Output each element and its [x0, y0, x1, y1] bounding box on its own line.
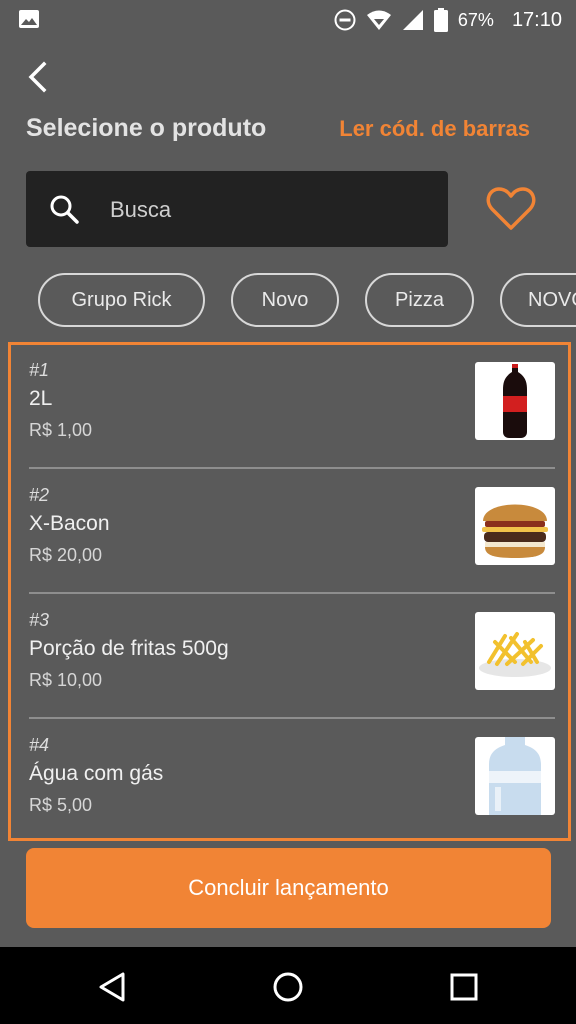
cell-signal-icon — [402, 10, 423, 30]
favorites-heart-icon[interactable] — [486, 186, 536, 232]
product-image-soda-bottle — [475, 362, 555, 440]
product-name: X-Bacon — [29, 512, 110, 535]
battery-percentage: 67% — [457, 9, 494, 30]
product-number: #2 — [29, 485, 50, 505]
product-name: Porção de fritas 500g — [29, 637, 229, 660]
product-image-water-bottle — [475, 737, 555, 815]
chip-novo-uppercase[interactable]: NOVO — [500, 273, 576, 327]
product-price: R$ 5,00 — [29, 795, 93, 815]
product-list: #1 2L R$ 1,00 #2 X-Bacon R$ 20,00 #3 Por… — [8, 342, 571, 841]
product-price: R$ 1,00 — [29, 420, 93, 440]
product-price: R$ 20,00 — [29, 545, 103, 565]
wifi-icon — [366, 10, 391, 30]
product-image-burger — [475, 487, 555, 565]
product-number: #1 — [29, 360, 50, 380]
product-item[interactable]: #3 Porção de fritas 500g R$ 10,00 — [29, 595, 555, 719]
product-name: Água com gás — [29, 762, 164, 785]
nav-back-icon[interactable] — [93, 967, 133, 1007]
product-image-fries — [475, 612, 555, 690]
category-chips: Grupo Rick Novo Pizza NOVO — [0, 273, 576, 331]
page-title: Selecione o produto — [26, 114, 267, 142]
nav-home-icon[interactable] — [268, 967, 308, 1007]
product-item[interactable]: #1 2L R$ 1,00 — [29, 345, 555, 469]
chip-grupo-rick[interactable]: Grupo Rick — [38, 273, 205, 327]
system-navigation-bar — [0, 947, 576, 1024]
product-item[interactable]: #4 Água com gás R$ 5,00 — [29, 720, 555, 838]
product-item[interactable]: #2 X-Bacon R$ 20,00 — [29, 470, 555, 594]
search-bar[interactable] — [26, 171, 448, 247]
battery-icon — [433, 8, 448, 32]
back-arrow-icon[interactable] — [22, 60, 56, 94]
chip-pizza[interactable]: Pizza — [365, 273, 474, 327]
conclude-launch-button[interactable]: Concluir lançamento — [26, 848, 551, 928]
search-input[interactable] — [108, 191, 432, 229]
divider — [29, 467, 555, 469]
divider — [29, 592, 555, 594]
product-number: #3 — [29, 610, 50, 630]
gallery-notification-icon — [19, 10, 39, 28]
product-name: 2L — [29, 387, 53, 410]
product-number: #4 — [29, 735, 50, 755]
barcode-scan-link[interactable]: Ler cód. de barras — [339, 116, 530, 142]
chip-novo[interactable]: Novo — [231, 273, 339, 327]
divider — [29, 717, 555, 719]
clock: 17:10 — [511, 8, 562, 31]
do-not-disturb-icon — [334, 9, 356, 31]
search-icon — [50, 195, 79, 224]
nav-recents-icon[interactable] — [444, 967, 484, 1007]
product-price: R$ 10,00 — [29, 670, 103, 690]
status-bar: 67% 17:10 — [0, 0, 576, 40]
